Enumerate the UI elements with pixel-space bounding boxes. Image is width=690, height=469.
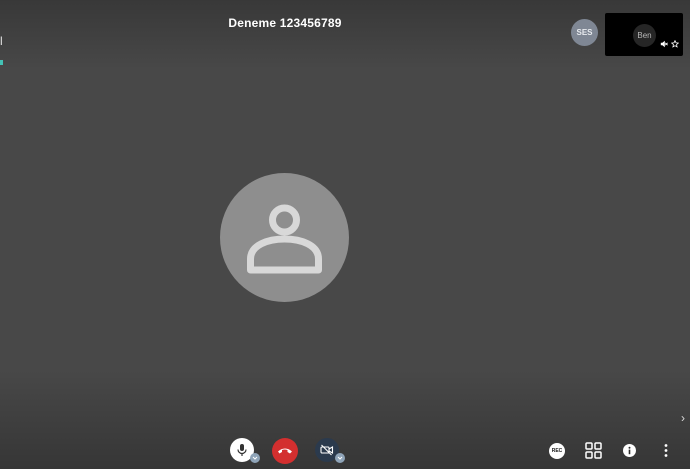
person-icon bbox=[247, 204, 322, 274]
self-view-status-icons bbox=[660, 35, 680, 53]
info-button[interactable] bbox=[623, 444, 636, 457]
main-participant-avatar bbox=[220, 173, 349, 302]
video-off-icon bbox=[320, 444, 334, 456]
record-button[interactable]: REC bbox=[549, 443, 565, 459]
chevron-right-icon[interactable]: › bbox=[681, 411, 685, 425]
participant-avatar[interactable]: SES bbox=[571, 19, 598, 46]
edge-accent-bar bbox=[0, 60, 3, 65]
microphone-icon bbox=[237, 444, 247, 456]
grid-icon bbox=[585, 442, 602, 459]
chevron-down-icon bbox=[252, 456, 258, 460]
meeting-title: Deneme 123456789 bbox=[228, 16, 342, 30]
tile-view-button[interactable] bbox=[585, 442, 602, 459]
meeting-stage: l Deneme 123456789 SES Ben › REC bbox=[0, 0, 690, 469]
star-icon[interactable] bbox=[670, 35, 680, 53]
chevron-down-icon bbox=[337, 456, 343, 460]
info-icon bbox=[628, 446, 631, 455]
more-button[interactable] bbox=[660, 442, 672, 459]
self-view-thumbnail[interactable]: Ben bbox=[605, 13, 683, 56]
self-avatar: Ben bbox=[633, 24, 656, 47]
more-vertical-icon bbox=[664, 444, 668, 457]
camera-options-chevron[interactable] bbox=[335, 453, 345, 463]
mic-options-chevron[interactable] bbox=[250, 453, 260, 463]
mic-muted-icon bbox=[660, 35, 668, 53]
hangup-button[interactable] bbox=[272, 438, 298, 464]
cropped-edge-text: l bbox=[0, 34, 3, 48]
phone-hangup-icon bbox=[278, 448, 292, 454]
